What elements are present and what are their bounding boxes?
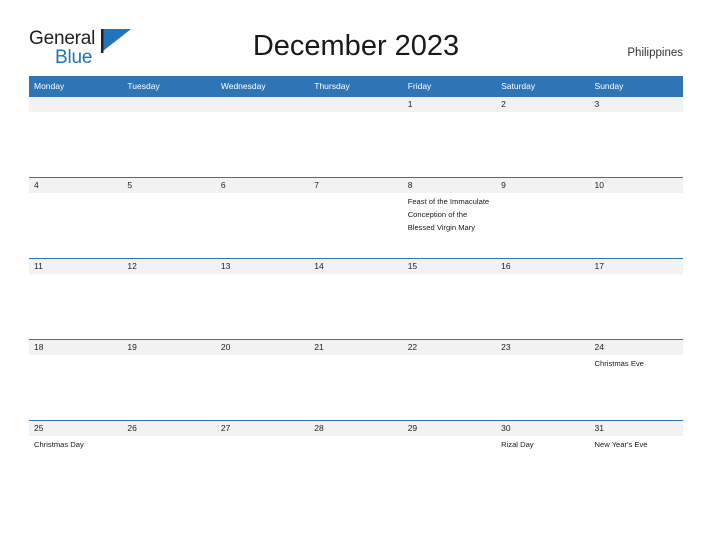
day-number[interactable]: 24: [590, 340, 683, 355]
day-number[interactable]: 9: [496, 178, 589, 193]
calendar-week-row: 18 19 20 21 22 23 24 Christmas Eve: [29, 339, 683, 420]
day-event: [122, 355, 215, 420]
day-event: [29, 193, 122, 258]
day-number[interactable]: 19: [122, 340, 215, 355]
day-event: [216, 274, 309, 339]
country-label: Philippines: [627, 47, 683, 59]
day-number[interactable]: 7: [309, 178, 402, 193]
day-event: Rizal Day: [501, 440, 534, 449]
day-of-week-monday: Monday: [34, 81, 65, 91]
day-number[interactable]: 8: [403, 178, 496, 193]
week-event-body: [29, 112, 683, 177]
day-event: [403, 112, 496, 177]
week-event-body: [29, 274, 683, 339]
day-event: New Year's Eve: [594, 440, 648, 449]
day-number[interactable]: 20: [216, 340, 309, 355]
calendar-page: General Blue December 2023 Philippines M…: [0, 0, 712, 550]
day-number[interactable]: 26: [122, 421, 215, 436]
week-event-body: Christmas Eve: [29, 355, 683, 420]
week-date-band: 1 2 3: [29, 96, 683, 112]
day-number[interactable]: 10: [590, 178, 683, 193]
day-event: [29, 112, 122, 177]
week-event-body: Christmas Day Rizal Day New Year's Eve: [29, 436, 683, 501]
day-event: [122, 274, 215, 339]
day-number[interactable]: 2: [496, 97, 589, 112]
day-of-week-friday: Friday: [407, 81, 432, 91]
day-event: [496, 112, 589, 177]
day-number[interactable]: [29, 97, 122, 112]
day-number[interactable]: 14: [309, 259, 402, 274]
day-number[interactable]: 15: [403, 259, 496, 274]
day-event: [29, 274, 122, 339]
page-title: December 2023: [252, 30, 460, 62]
day-event: [309, 112, 402, 177]
day-number[interactable]: 4: [29, 178, 122, 193]
day-event: [496, 193, 589, 258]
page-header: General Blue December 2023 Philippines: [0, 0, 712, 76]
day-event: [403, 274, 496, 339]
day-event: [309, 193, 402, 258]
day-event: [29, 355, 122, 420]
day-of-week-saturday: Saturday: [501, 81, 536, 91]
calendar-week-row: 11 12 13 14 15 16 17: [29, 258, 683, 339]
week-event-body: Feast of the Immaculate Conception of th…: [29, 193, 683, 258]
calendar-week-row: 4 5 6 7 8 9 10 Feast of the Immaculate C…: [29, 177, 683, 258]
day-event: [590, 112, 683, 177]
day-event: [216, 436, 309, 501]
day-event: Christmas Day: [34, 440, 84, 449]
day-of-week-tuesday: Tuesday: [127, 81, 160, 91]
calendar-week-row: 1 2 3: [29, 96, 683, 177]
day-number[interactable]: 25: [29, 421, 122, 436]
day-number[interactable]: 29: [403, 421, 496, 436]
day-number[interactable]: 13: [216, 259, 309, 274]
day-number[interactable]: 5: [122, 178, 215, 193]
day-number[interactable]: 11: [29, 259, 122, 274]
day-event: [309, 436, 402, 501]
day-number[interactable]: 23: [496, 340, 589, 355]
week-date-band: 11 12 13 14 15 16 17: [29, 258, 683, 274]
day-event: [216, 193, 309, 258]
day-number[interactable]: [122, 97, 215, 112]
day-of-week-header-row: Monday Tuesday Wednesday Thursday Friday…: [29, 76, 683, 96]
day-number[interactable]: 12: [122, 259, 215, 274]
day-event: [122, 436, 215, 501]
day-number[interactable]: 27: [216, 421, 309, 436]
day-event: [403, 355, 496, 420]
day-of-week-sunday: Sunday: [594, 81, 624, 91]
day-event: [590, 274, 683, 339]
day-number[interactable]: 22: [403, 340, 496, 355]
day-event: [403, 436, 496, 501]
day-event: [496, 355, 589, 420]
day-number[interactable]: 16: [496, 259, 589, 274]
day-number[interactable]: 21: [309, 340, 402, 355]
day-event: [216, 355, 309, 420]
week-date-band: 18 19 20 21 22 23 24: [29, 339, 683, 355]
day-number[interactable]: 31: [590, 421, 683, 436]
day-number[interactable]: 18: [29, 340, 122, 355]
day-event: [496, 274, 589, 339]
day-event: Christmas Eve: [594, 359, 644, 368]
week-date-band: 25 26 27 28 29 30 31: [29, 420, 683, 436]
day-of-week-wednesday: Wednesday: [220, 81, 266, 91]
day-event: [590, 193, 683, 258]
day-event: [122, 112, 215, 177]
day-number[interactable]: 6: [216, 178, 309, 193]
day-number[interactable]: 3: [590, 97, 683, 112]
day-event: [216, 112, 309, 177]
day-number[interactable]: 17: [590, 259, 683, 274]
week-date-band: 4 5 6 7 8 9 10: [29, 177, 683, 193]
day-number[interactable]: [216, 97, 309, 112]
calendar-grid: Monday Tuesday Wednesday Thursday Friday…: [29, 76, 683, 501]
calendar-week-row: 25 26 27 28 29 30 31 Christmas Day Rizal…: [29, 420, 683, 501]
day-number[interactable]: [309, 97, 402, 112]
day-event: [309, 274, 402, 339]
day-of-week-thursday: Thursday: [314, 81, 350, 91]
day-event: [309, 355, 402, 420]
day-number[interactable]: 28: [309, 421, 402, 436]
day-number[interactable]: 30: [496, 421, 589, 436]
day-event: Feast of the Immaculate Conception of th…: [407, 197, 490, 232]
day-event: [122, 193, 215, 258]
day-number[interactable]: 1: [403, 97, 496, 112]
